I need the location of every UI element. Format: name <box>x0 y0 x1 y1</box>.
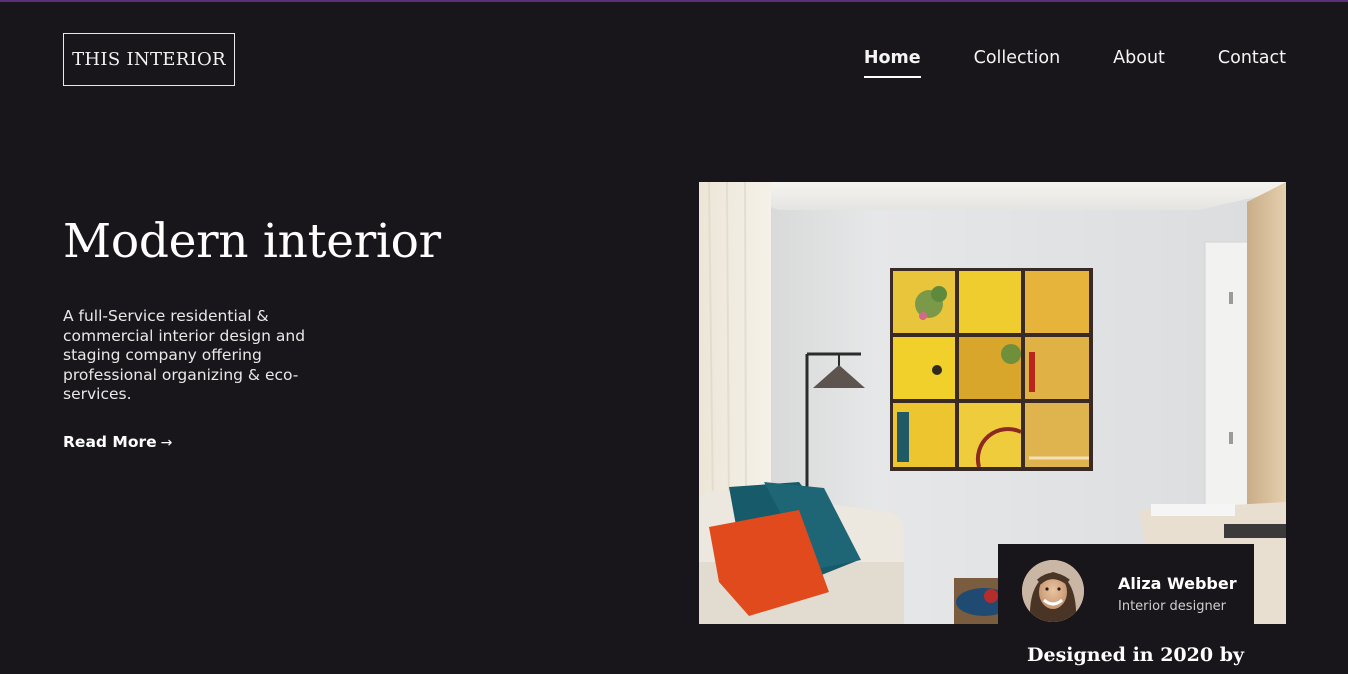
top-accent-line <box>0 0 1348 2</box>
hero-description: A full-Service residential & commercial … <box>63 307 306 403</box>
nav-item-contact[interactable]: Contact <box>1218 48 1286 78</box>
designer-avatar <box>1022 560 1084 622</box>
designer-role: Interior designer <box>1118 599 1227 614</box>
arrow-right-icon: → <box>160 435 173 451</box>
nav-item-home[interactable]: Home <box>863 48 921 78</box>
designer-name: Aliza Webber <box>1118 574 1237 593</box>
nav-item-about[interactable]: About <box>1113 48 1165 78</box>
design-caption: Designed in 2020 by <box>1027 644 1245 666</box>
main-nav: Home Collection About Contact <box>863 48 1286 78</box>
brand-logo[interactable]: THIS INTERIOR <box>63 33 235 86</box>
hero-title: Modern interior <box>63 214 441 269</box>
designer-card: Aliza Webber Interior designer Designed … <box>998 544 1254 674</box>
read-more-link[interactable]: Read More → <box>63 433 172 451</box>
read-more-label: Read More <box>63 433 157 451</box>
nav-item-collection[interactable]: Collection <box>974 48 1061 78</box>
